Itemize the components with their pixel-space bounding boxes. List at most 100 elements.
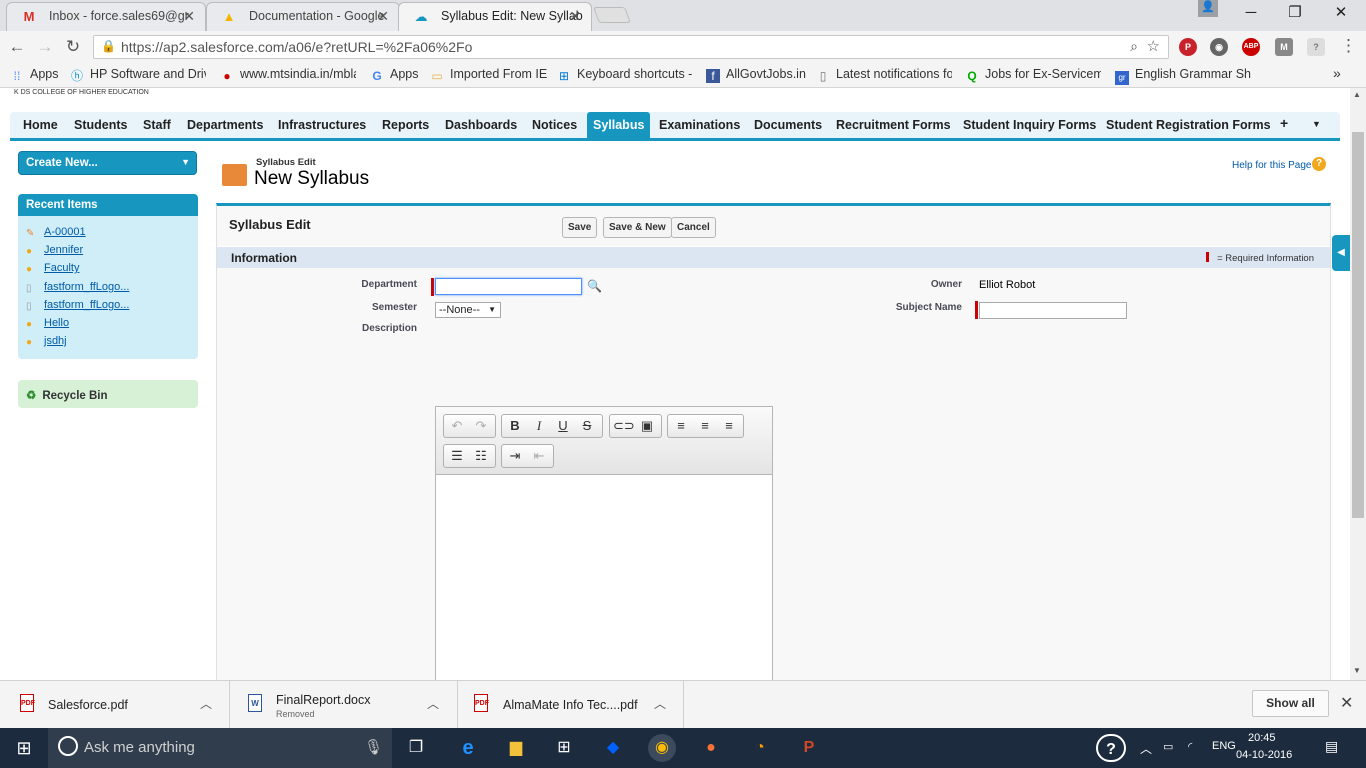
clock-time[interactable]: 20:45 <box>1248 732 1276 744</box>
back-icon[interactable]: ← <box>6 36 28 58</box>
chevron-up-icon[interactable]: ︿ <box>654 695 666 712</box>
close-downloads-icon[interactable]: ✕ <box>1340 693 1353 713</box>
image-icon[interactable]: ▣ <box>637 417 657 435</box>
notifications-icon[interactable]: ▤ <box>1325 738 1338 755</box>
wifi-icon[interactable]: ◜ <box>1188 740 1192 753</box>
more-bookmarks-button[interactable]: » <box>1333 65 1341 81</box>
recent-item[interactable]: ▯ fastform_ffLogo... <box>26 281 129 294</box>
tab-student-registration-forms[interactable]: Student Registration Forms <box>1106 118 1271 132</box>
save-button[interactable]: Save <box>562 217 598 238</box>
tab-documents[interactable]: Documents <box>754 118 822 132</box>
battery-icon[interactable]: ▭ <box>1163 740 1173 753</box>
scrollbar-thumb[interactable] <box>1352 132 1364 518</box>
microphone-icon[interactable]: 🎙 <box>364 738 383 756</box>
bookmark-grammar[interactable]: gr English Grammar Sho <box>1115 67 1251 85</box>
create-new-button[interactable]: Create New... ▼ <box>18 151 197 175</box>
strikethrough-icon[interactable]: S <box>577 417 597 435</box>
download-item[interactable]: PDF AlmaMate Info Tec....pdf ︿ <box>458 681 684 729</box>
recent-item[interactable]: ✎ A-00001 <box>26 226 86 239</box>
cancel-button[interactable]: Cancel <box>671 217 716 238</box>
bulleted-list-icon[interactable]: ☰ <box>447 447 467 465</box>
edge-icon[interactable]: e <box>454 734 482 762</box>
recent-item[interactable]: ● Hello <box>26 317 69 330</box>
align-right-icon[interactable]: ≡ <box>719 417 739 435</box>
align-center-icon[interactable]: ≡ <box>695 417 715 435</box>
italic-icon[interactable]: I <box>529 417 549 435</box>
bold-icon[interactable]: B <box>505 417 525 435</box>
tab-staff[interactable]: Staff <box>143 118 171 132</box>
browser-tab-syllabus[interactable]: ☁ Syllabus Edit: New Syllab ✕ <box>398 2 592 31</box>
outdent-icon[interactable]: ⇤ <box>529 447 549 465</box>
bookmark-notifications[interactable]: ▯ Latest notifications fo <box>816 67 952 83</box>
show-all-downloads-button[interactable]: Show all <box>1252 690 1329 717</box>
tab-students[interactable]: Students <box>74 118 127 132</box>
chevron-up-icon[interactable]: ︿ <box>427 695 439 712</box>
adblock-icon[interactable]: ABP <box>1242 38 1260 56</box>
subject-name-input[interactable] <box>979 302 1127 319</box>
semester-select[interactable]: --None-- ▼ <box>435 302 501 318</box>
link-icon[interactable]: ⊂⊃ <box>613 417 635 435</box>
bookmark-star-icon[interactable]: ☆ <box>1147 37 1160 55</box>
bookmark-mtsindia[interactable]: ● www.mtsindia.in/mbla <box>220 67 356 83</box>
recent-item[interactable]: ● Jennifer <box>26 244 83 257</box>
download-item[interactable]: W FinalReport.docx Removed ︿ <box>230 681 458 729</box>
close-window-icon[interactable]: ✕ <box>1318 0 1364 28</box>
tab-home[interactable]: Home <box>23 118 58 132</box>
recent-item[interactable]: ● jsdhj <box>26 335 67 348</box>
bookmark-hp[interactable]: ⓗ HP Software and Drive <box>70 67 206 83</box>
reload-icon[interactable]: ↻ <box>62 36 84 58</box>
bookmark-imported[interactable]: ▭ Imported From IE <box>430 67 548 83</box>
redo-icon[interactable]: ↷ <box>471 417 491 435</box>
recent-item[interactable]: ● Faculty <box>26 262 79 275</box>
help-link[interactable]: Help for this Page <box>1232 160 1312 171</box>
lookup-icon[interactable]: 🔍 <box>587 279 603 293</box>
chrome-menu-icon[interactable]: ⋮ <box>1340 36 1357 56</box>
forward-icon[interactable]: → <box>34 36 56 58</box>
bookmark-apps[interactable]: ⁞⁞ Apps <box>10 67 60 83</box>
browser-tab-docs[interactable]: ▲ Documentation - Google ✕ <box>206 2 400 31</box>
tab-syllabus[interactable]: Syllabus <box>587 112 651 138</box>
browser-tab-gmail[interactable]: M Inbox - force.sales69@gr ✕ <box>6 2 206 31</box>
download-item[interactable]: PDF Salesforce.pdf ︿ <box>0 681 230 729</box>
underline-icon[interactable]: U <box>553 417 573 435</box>
windows-start-icon[interactable]: ⊞ <box>10 734 38 762</box>
store-icon[interactable]: ⊞ <box>550 734 578 762</box>
tray-chevron-icon[interactable]: ︿ <box>1140 740 1152 757</box>
new-tab-button[interactable] <box>593 7 631 23</box>
close-tab-icon[interactable]: ✕ <box>569 3 581 30</box>
scroll-up-icon[interactable]: ▲ <box>1353 90 1361 99</box>
align-left-icon[interactable]: ≡ <box>671 417 691 435</box>
restore-icon[interactable]: ❐ <box>1272 0 1318 28</box>
tab-menu-chevron-icon[interactable]: ▼ <box>1312 119 1321 129</box>
chevron-up-icon[interactable]: ︿ <box>200 695 212 712</box>
profile-icon[interactable]: 👤 <box>1198 0 1218 17</box>
undo-icon[interactable]: ↶ <box>447 417 467 435</box>
powerpoint-icon[interactable]: P <box>795 734 823 762</box>
add-tab-button[interactable]: + <box>1280 115 1288 131</box>
save-and-new-button[interactable]: Save & New <box>603 217 672 238</box>
task-view-icon[interactable]: ❐ <box>402 734 430 762</box>
tab-student-inquiry-forms[interactable]: Student Inquiry Forms <box>963 118 1096 132</box>
tab-departments[interactable]: Departments <box>187 118 263 132</box>
extension-user-icon[interactable]: ? <box>1307 38 1325 56</box>
firefox-icon[interactable]: ● <box>697 734 725 762</box>
language-indicator[interactable]: ENG <box>1212 740 1236 752</box>
scroll-down-icon[interactable]: ▼ <box>1353 666 1361 675</box>
bookmark-google-apps[interactable]: G Apps <box>370 67 422 83</box>
tab-notices[interactable]: Notices <box>532 118 577 132</box>
numbered-list-icon[interactable]: ☷ <box>471 447 491 465</box>
recent-item[interactable]: ▯ fastform_ffLogo... <box>26 299 129 312</box>
tab-recruitment-forms[interactable]: Recruitment Forms <box>836 118 951 132</box>
pinterest-icon[interactable]: P <box>1179 38 1197 56</box>
help-icon[interactable]: ? <box>1312 157 1326 171</box>
clock-date[interactable]: 04-10-2016 <box>1236 749 1292 761</box>
wpm-icon[interactable]: ◔ <box>746 734 774 762</box>
bookmark-allgovtjobs[interactable]: f AllGovtJobs.in <box>706 67 806 83</box>
description-rich-text-editor[interactable]: ↶ ↷ B I U S ⊂⊃ ▣ ≡ ≡ ≡ ☰ ☷ ⇥ ⇤ <box>435 406 773 680</box>
close-tab-icon[interactable]: ✕ <box>183 3 195 30</box>
minimize-icon[interactable]: ─ <box>1228 0 1274 28</box>
cortana-search-box[interactable]: Ask me anything 🎙 <box>48 728 392 768</box>
address-bar[interactable]: 🔒 https://ap2.salesforce.com/a06/e?retUR… <box>93 35 1169 59</box>
sidebar-toggle-icon[interactable]: ◀ <box>1332 235 1350 271</box>
recycle-bin-link[interactable]: ♻ Recycle Bin <box>18 380 198 408</box>
